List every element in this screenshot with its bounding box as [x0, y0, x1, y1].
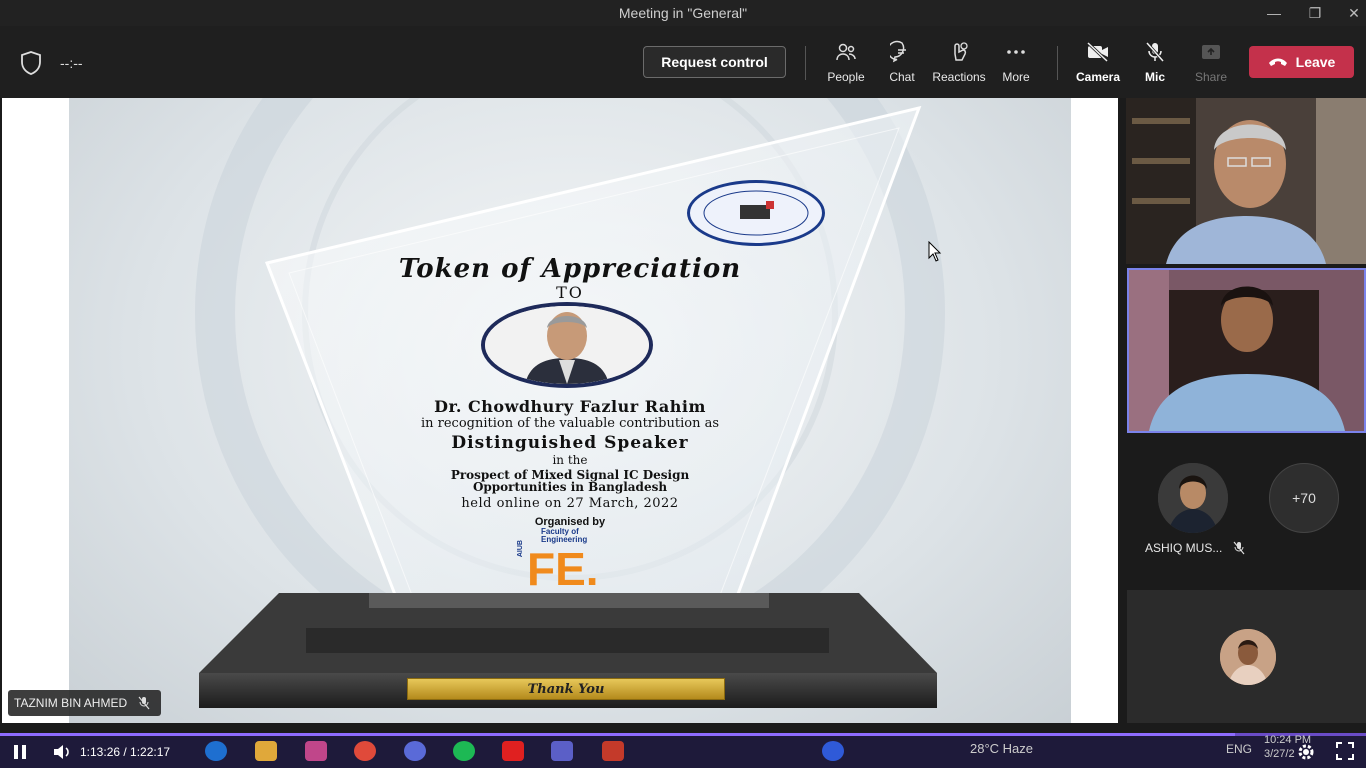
in-the-text: in the	[552, 453, 588, 467]
restore-button[interactable]: ❐	[1295, 0, 1335, 26]
more-icon	[1007, 50, 1025, 54]
chat-icon	[890, 40, 906, 63]
speaker-portrait	[481, 302, 653, 388]
window-titlebar: Meeting in "General"	[0, 0, 1366, 26]
toolbar-divider	[805, 46, 806, 80]
mic-off-icon	[1145, 42, 1165, 62]
presenter-name-badge: TAZNIM BIN AHMED	[8, 690, 162, 716]
minimize-button[interactable]: —	[1254, 0, 1294, 26]
close-button[interactable]: ✕	[1334, 0, 1366, 26]
mic-button[interactable]: Mic	[1127, 40, 1183, 88]
reactions-button[interactable]: Reactions	[931, 40, 987, 88]
language-indicator[interactable]: ENG	[1226, 742, 1252, 756]
participant-avatar[interactable]	[1158, 463, 1228, 533]
toolbar-divider	[1057, 46, 1058, 80]
video-feed-1	[1126, 98, 1366, 264]
speaker-role: Distinguished Speaker	[451, 433, 689, 453]
participant-avatar-2[interactable]	[1220, 629, 1276, 685]
settings-gear-icon[interactable]	[1296, 742, 1316, 762]
share-icon	[1202, 45, 1220, 59]
slide-to: TO	[556, 283, 584, 302]
teams-icon[interactable]	[551, 741, 573, 761]
participant-video-1[interactable]	[1126, 98, 1366, 264]
window-title: Meeting in "General"	[618, 5, 748, 21]
mic-muted-icon	[138, 696, 150, 710]
app-icon[interactable]	[404, 741, 426, 761]
people-button[interactable]: People	[818, 40, 874, 88]
meeting-toolbar: --:-- Request control People Chat Reacti…	[0, 26, 1366, 98]
meeting-timer: --:--	[60, 55, 83, 71]
university-seal	[687, 180, 825, 246]
topic-line-2: Opportunities in Bangladesh	[472, 480, 668, 494]
thank-you-plaque: Thank You	[407, 678, 725, 700]
shield-icon[interactable]	[20, 50, 42, 76]
speaker-name: Dr. Chowdhury Fazlur Rahim	[434, 397, 706, 416]
held-date-text: held online on 27 March, 2022	[461, 496, 679, 511]
avatar-photo-2	[1220, 629, 1276, 685]
recognition-text: in recognition of the valuable contribut…	[420, 416, 720, 431]
avatar-photo	[1158, 463, 1228, 533]
volume-icon[interactable]	[52, 743, 72, 761]
youtube-icon[interactable]	[502, 741, 524, 761]
mic-muted-icon	[1233, 541, 1245, 555]
chat-button[interactable]: Chat	[874, 40, 930, 88]
reactions-icon	[954, 42, 968, 61]
share-button[interactable]: Share	[1183, 40, 1239, 88]
video-feed-2	[1129, 270, 1364, 431]
phone-hangup-icon	[1268, 58, 1287, 66]
chrome-icon[interactable]	[354, 741, 376, 761]
playback-time: 1:13:26 / 1:22:17	[80, 745, 171, 759]
participant-video-2-active[interactable]	[1127, 268, 1366, 433]
appreciation-slide: Token of Appreciation TO Dr. Chowdhury F…	[69, 98, 1071, 723]
camera-button[interactable]: Camera	[1070, 40, 1126, 88]
people-icon	[836, 43, 856, 61]
office-icon[interactable]	[602, 741, 624, 761]
seal-emblem	[703, 190, 809, 236]
fullscreen-icon[interactable]	[1336, 742, 1354, 760]
more-button[interactable]: More	[988, 40, 1044, 88]
file-explorer-icon[interactable]	[255, 741, 277, 761]
shared-screen: Token of Appreciation TO Dr. Chowdhury F…	[2, 98, 1118, 723]
faculty-engineering-logo: AIUB Faculty of Engineering FE.	[517, 527, 599, 596]
edge-icon[interactable]	[205, 741, 227, 761]
request-control-button[interactable]: Request control	[643, 46, 786, 78]
slide-title: Token of Appreciation	[398, 254, 742, 284]
speaker-photo	[485, 306, 649, 384]
store-icon[interactable]	[305, 741, 327, 761]
more-participants-button[interactable]: +70	[1269, 463, 1339, 533]
mouse-cursor-icon	[928, 241, 942, 262]
weather-widget[interactable]: 28°C Haze	[970, 741, 1033, 756]
participant-name-label: ASHIQ MUS...	[1145, 541, 1246, 555]
help-icon[interactable]	[822, 741, 844, 761]
spotify-icon[interactable]	[453, 741, 475, 761]
pause-icon[interactable]	[10, 743, 30, 761]
camera-off-icon	[1086, 41, 1109, 63]
leave-button[interactable]: Leave	[1249, 46, 1354, 78]
